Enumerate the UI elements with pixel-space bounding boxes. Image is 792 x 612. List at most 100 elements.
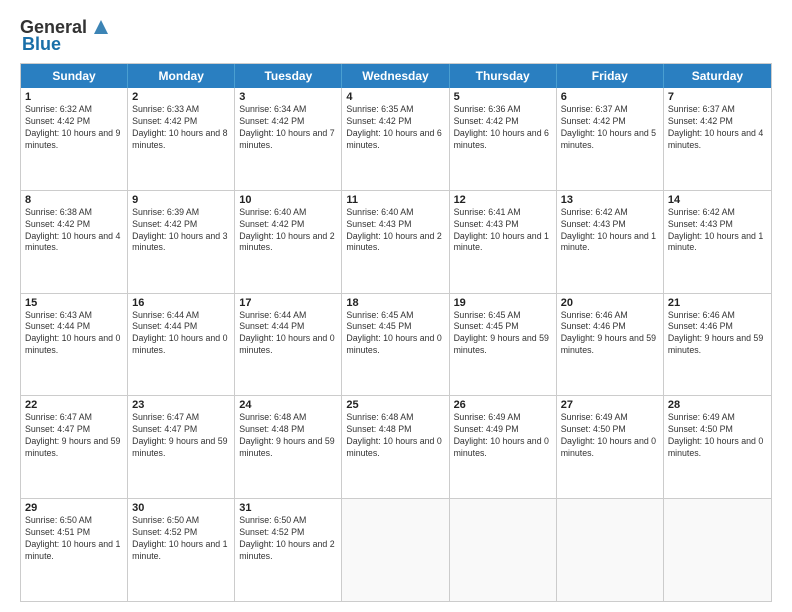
cell-info: Sunrise: 6:32 AMSunset: 4:42 PMDaylight:… [25, 104, 123, 152]
calendar-cell: 21Sunrise: 6:46 AMSunset: 4:46 PMDayligh… [664, 294, 771, 396]
calendar-row-1: 1Sunrise: 6:32 AMSunset: 4:42 PMDaylight… [21, 88, 771, 191]
calendar-cell: 20Sunrise: 6:46 AMSunset: 4:46 PMDayligh… [557, 294, 664, 396]
day-number: 21 [668, 297, 767, 309]
day-number: 28 [668, 399, 767, 411]
calendar-cell: 11Sunrise: 6:40 AMSunset: 4:43 PMDayligh… [342, 191, 449, 293]
cell-info: Sunrise: 6:37 AMSunset: 4:42 PMDaylight:… [668, 104, 767, 152]
calendar-cell: 27Sunrise: 6:49 AMSunset: 4:50 PMDayligh… [557, 396, 664, 498]
calendar-cell: 1Sunrise: 6:32 AMSunset: 4:42 PMDaylight… [21, 88, 128, 190]
calendar-cell: 4Sunrise: 6:35 AMSunset: 4:42 PMDaylight… [342, 88, 449, 190]
cell-info: Sunrise: 6:49 AMSunset: 4:50 PMDaylight:… [561, 412, 659, 460]
calendar-cell: 22Sunrise: 6:47 AMSunset: 4:47 PMDayligh… [21, 396, 128, 498]
header-day-wednesday: Wednesday [342, 64, 449, 88]
calendar-cell: 31Sunrise: 6:50 AMSunset: 4:52 PMDayligh… [235, 499, 342, 601]
day-number: 1 [25, 91, 123, 103]
calendar-cell: 15Sunrise: 6:43 AMSunset: 4:44 PMDayligh… [21, 294, 128, 396]
cell-info: Sunrise: 6:47 AMSunset: 4:47 PMDaylight:… [25, 412, 123, 460]
cell-info: Sunrise: 6:50 AMSunset: 4:51 PMDaylight:… [25, 515, 123, 563]
calendar-cell: 29Sunrise: 6:50 AMSunset: 4:51 PMDayligh… [21, 499, 128, 601]
calendar-cell: 14Sunrise: 6:42 AMSunset: 4:43 PMDayligh… [664, 191, 771, 293]
cell-info: Sunrise: 6:46 AMSunset: 4:46 PMDaylight:… [668, 310, 767, 358]
cell-info: Sunrise: 6:34 AMSunset: 4:42 PMDaylight:… [239, 104, 337, 152]
day-number: 24 [239, 399, 337, 411]
day-number: 9 [132, 194, 230, 206]
cell-info: Sunrise: 6:49 AMSunset: 4:49 PMDaylight:… [454, 412, 552, 460]
day-number: 11 [346, 194, 444, 206]
day-number: 22 [25, 399, 123, 411]
page: General Blue SundayMondayTuesdayWednesda… [0, 0, 792, 612]
cell-info: Sunrise: 6:37 AMSunset: 4:42 PMDaylight:… [561, 104, 659, 152]
calendar-cell: 26Sunrise: 6:49 AMSunset: 4:49 PMDayligh… [450, 396, 557, 498]
cell-info: Sunrise: 6:47 AMSunset: 4:47 PMDaylight:… [132, 412, 230, 460]
day-number: 13 [561, 194, 659, 206]
calendar-cell: 6Sunrise: 6:37 AMSunset: 4:42 PMDaylight… [557, 88, 664, 190]
calendar-cell: 9Sunrise: 6:39 AMSunset: 4:42 PMDaylight… [128, 191, 235, 293]
cell-info: Sunrise: 6:45 AMSunset: 4:45 PMDaylight:… [454, 310, 552, 358]
calendar-cell: 2Sunrise: 6:33 AMSunset: 4:42 PMDaylight… [128, 88, 235, 190]
calendar-cell: 13Sunrise: 6:42 AMSunset: 4:43 PMDayligh… [557, 191, 664, 293]
cell-info: Sunrise: 6:36 AMSunset: 4:42 PMDaylight:… [454, 104, 552, 152]
header-day-sunday: Sunday [21, 64, 128, 88]
day-number: 10 [239, 194, 337, 206]
calendar-cell: 8Sunrise: 6:38 AMSunset: 4:42 PMDaylight… [21, 191, 128, 293]
cell-info: Sunrise: 6:48 AMSunset: 4:48 PMDaylight:… [239, 412, 337, 460]
day-number: 15 [25, 297, 123, 309]
header-day-saturday: Saturday [664, 64, 771, 88]
calendar-cell: 3Sunrise: 6:34 AMSunset: 4:42 PMDaylight… [235, 88, 342, 190]
calendar-header: SundayMondayTuesdayWednesdayThursdayFrid… [21, 64, 771, 88]
calendar-cell: 7Sunrise: 6:37 AMSunset: 4:42 PMDaylight… [664, 88, 771, 190]
calendar-cell: 28Sunrise: 6:49 AMSunset: 4:50 PMDayligh… [664, 396, 771, 498]
calendar-row-2: 8Sunrise: 6:38 AMSunset: 4:42 PMDaylight… [21, 191, 771, 294]
calendar-cell: 17Sunrise: 6:44 AMSunset: 4:44 PMDayligh… [235, 294, 342, 396]
day-number: 12 [454, 194, 552, 206]
day-number: 3 [239, 91, 337, 103]
calendar-cell: 24Sunrise: 6:48 AMSunset: 4:48 PMDayligh… [235, 396, 342, 498]
header-day-tuesday: Tuesday [235, 64, 342, 88]
calendar-cell: 16Sunrise: 6:44 AMSunset: 4:44 PMDayligh… [128, 294, 235, 396]
logo: General Blue [20, 16, 112, 55]
calendar-cell: 12Sunrise: 6:41 AMSunset: 4:43 PMDayligh… [450, 191, 557, 293]
calendar-cell: 18Sunrise: 6:45 AMSunset: 4:45 PMDayligh… [342, 294, 449, 396]
cell-info: Sunrise: 6:44 AMSunset: 4:44 PMDaylight:… [132, 310, 230, 358]
day-number: 5 [454, 91, 552, 103]
header-day-friday: Friday [557, 64, 664, 88]
day-number: 31 [239, 502, 337, 514]
calendar-row-3: 15Sunrise: 6:43 AMSunset: 4:44 PMDayligh… [21, 294, 771, 397]
day-number: 25 [346, 399, 444, 411]
cell-info: Sunrise: 6:40 AMSunset: 4:43 PMDaylight:… [346, 207, 444, 255]
logo-blue-text: Blue [22, 34, 61, 55]
cell-info: Sunrise: 6:44 AMSunset: 4:44 PMDaylight:… [239, 310, 337, 358]
cell-info: Sunrise: 6:50 AMSunset: 4:52 PMDaylight:… [132, 515, 230, 563]
cell-info: Sunrise: 6:45 AMSunset: 4:45 PMDaylight:… [346, 310, 444, 358]
calendar-cell: 10Sunrise: 6:40 AMSunset: 4:42 PMDayligh… [235, 191, 342, 293]
cell-info: Sunrise: 6:42 AMSunset: 4:43 PMDaylight:… [668, 207, 767, 255]
cell-info: Sunrise: 6:38 AMSunset: 4:42 PMDaylight:… [25, 207, 123, 255]
day-number: 26 [454, 399, 552, 411]
cell-info: Sunrise: 6:39 AMSunset: 4:42 PMDaylight:… [132, 207, 230, 255]
day-number: 18 [346, 297, 444, 309]
calendar-cell: 19Sunrise: 6:45 AMSunset: 4:45 PMDayligh… [450, 294, 557, 396]
cell-info: Sunrise: 6:50 AMSunset: 4:52 PMDaylight:… [239, 515, 337, 563]
calendar-cell: 30Sunrise: 6:50 AMSunset: 4:52 PMDayligh… [128, 499, 235, 601]
calendar-cell: 25Sunrise: 6:48 AMSunset: 4:48 PMDayligh… [342, 396, 449, 498]
calendar-row-4: 22Sunrise: 6:47 AMSunset: 4:47 PMDayligh… [21, 396, 771, 499]
cell-info: Sunrise: 6:46 AMSunset: 4:46 PMDaylight:… [561, 310, 659, 358]
calendar-cell: 5Sunrise: 6:36 AMSunset: 4:42 PMDaylight… [450, 88, 557, 190]
day-number: 23 [132, 399, 230, 411]
day-number: 20 [561, 297, 659, 309]
day-number: 16 [132, 297, 230, 309]
day-number: 8 [25, 194, 123, 206]
header-day-monday: Monday [128, 64, 235, 88]
logo-icon [90, 16, 112, 38]
calendar-cell: 23Sunrise: 6:47 AMSunset: 4:47 PMDayligh… [128, 396, 235, 498]
day-number: 30 [132, 502, 230, 514]
day-number: 6 [561, 91, 659, 103]
cell-info: Sunrise: 6:43 AMSunset: 4:44 PMDaylight:… [25, 310, 123, 358]
calendar-row-5: 29Sunrise: 6:50 AMSunset: 4:51 PMDayligh… [21, 499, 771, 601]
day-number: 27 [561, 399, 659, 411]
cell-info: Sunrise: 6:35 AMSunset: 4:42 PMDaylight:… [346, 104, 444, 152]
day-number: 19 [454, 297, 552, 309]
day-number: 29 [25, 502, 123, 514]
header-day-thursday: Thursday [450, 64, 557, 88]
cell-info: Sunrise: 6:41 AMSunset: 4:43 PMDaylight:… [454, 207, 552, 255]
